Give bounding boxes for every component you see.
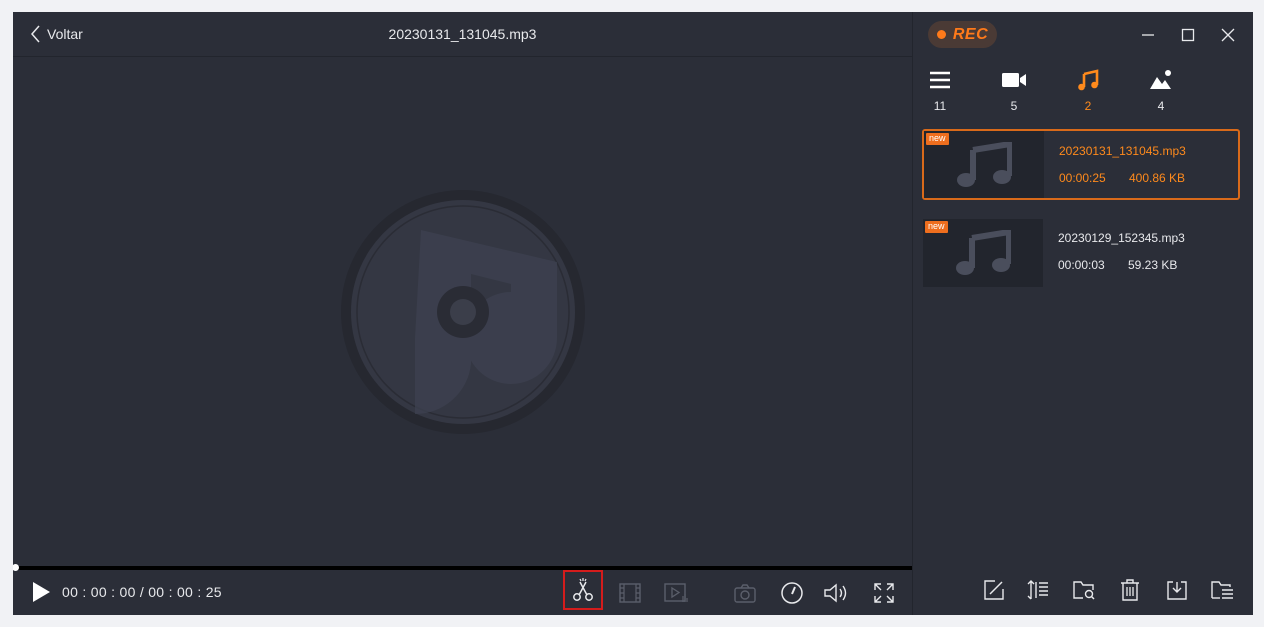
category-count: 11 bbox=[933, 99, 947, 113]
minimize-button[interactable] bbox=[1137, 24, 1159, 46]
preview-button[interactable] bbox=[661, 578, 691, 608]
player-area bbox=[13, 57, 912, 566]
edit-icon bbox=[984, 580, 1004, 600]
panel-divider bbox=[912, 12, 913, 615]
maximize-button[interactable] bbox=[1177, 24, 1199, 46]
music-disc-icon bbox=[341, 190, 585, 434]
list-icon bbox=[930, 71, 950, 89]
file-title: 20230131_131045.mp3 bbox=[388, 26, 537, 42]
file-size: 59.23 KB bbox=[1128, 258, 1178, 272]
file-name: 20230131_131045.mp3 bbox=[1059, 144, 1186, 158]
delete-button[interactable] bbox=[1117, 577, 1143, 603]
new-badge: new bbox=[926, 133, 949, 145]
scissors-icon bbox=[573, 578, 593, 601]
category-all[interactable]: 11 bbox=[914, 68, 966, 116]
sort-button[interactable] bbox=[1025, 577, 1051, 603]
trash-icon bbox=[1121, 579, 1139, 601]
record-label: REC bbox=[952, 25, 989, 43]
app-window: Voltar 20230131_131045.mp3 00 : 00 : 00 … bbox=[13, 12, 1253, 615]
minimize-icon bbox=[1142, 34, 1154, 36]
file-duration: 00:00:25 bbox=[1059, 171, 1106, 185]
folder-search-icon bbox=[1073, 581, 1095, 600]
camera-icon bbox=[734, 584, 756, 603]
speedometer-icon bbox=[781, 582, 803, 604]
file-manager-button[interactable] bbox=[1209, 577, 1235, 603]
trim-button[interactable] bbox=[563, 570, 603, 610]
new-badge: new bbox=[925, 221, 948, 233]
open-folder-button[interactable] bbox=[1071, 577, 1097, 603]
folder-list-icon bbox=[1211, 581, 1233, 599]
maximize-icon bbox=[1181, 28, 1195, 42]
video-play-icon bbox=[664, 583, 688, 602]
sort-icon bbox=[1027, 580, 1048, 600]
category-image[interactable]: 4 bbox=[1135, 68, 1187, 116]
category-count: 2 bbox=[1084, 99, 1092, 113]
close-button[interactable] bbox=[1217, 24, 1239, 46]
clip-button[interactable] bbox=[615, 578, 645, 608]
import-icon bbox=[1167, 581, 1187, 600]
speed-button[interactable] bbox=[777, 578, 807, 608]
file-thumbnail: new bbox=[924, 131, 1044, 198]
record-dot-icon bbox=[936, 30, 946, 39]
import-button[interactable] bbox=[1164, 577, 1190, 603]
play-button[interactable] bbox=[31, 581, 51, 608]
file-thumbnail: new bbox=[923, 219, 1043, 287]
music-note-icon bbox=[1078, 69, 1099, 91]
screenshot-button[interactable] bbox=[730, 578, 760, 608]
fullscreen-button[interactable] bbox=[869, 578, 899, 608]
file-item[interactable]: new 20230131_131045.mp3 00:00:25 400.86 … bbox=[922, 129, 1240, 200]
category-count: 5 bbox=[1010, 99, 1018, 113]
music-note-icon bbox=[956, 230, 1011, 275]
music-note-icon bbox=[957, 141, 1012, 187]
player-controls: 00 : 00 : 00 / 00 : 00 : 25 bbox=[13, 570, 912, 615]
play-icon bbox=[33, 582, 50, 602]
expand-icon bbox=[874, 583, 894, 603]
video-icon bbox=[1002, 73, 1026, 87]
close-icon bbox=[1221, 28, 1235, 42]
category-audio[interactable]: 2 bbox=[1062, 68, 1114, 116]
record-button[interactable]: REC bbox=[928, 21, 997, 48]
file-name: 20230129_152345.mp3 bbox=[1058, 231, 1185, 245]
image-icon bbox=[1150, 70, 1171, 89]
edit-button[interactable] bbox=[981, 577, 1007, 603]
file-duration: 00:00:03 bbox=[1058, 258, 1105, 272]
timecode-display: 00 : 00 : 00 / 00 : 00 : 25 bbox=[62, 584, 222, 600]
volume-button[interactable] bbox=[822, 578, 852, 608]
film-frame-icon bbox=[619, 583, 641, 603]
category-count: 4 bbox=[1157, 99, 1165, 113]
speaker-icon bbox=[824, 583, 847, 603]
title-bar: Voltar 20230131_131045.mp3 bbox=[13, 12, 912, 57]
category-video[interactable]: 5 bbox=[988, 68, 1040, 116]
file-item[interactable]: new 20230129_152345.mp3 00:00:03 59.23 K… bbox=[922, 219, 1240, 287]
file-size: 400.86 KB bbox=[1129, 171, 1186, 185]
